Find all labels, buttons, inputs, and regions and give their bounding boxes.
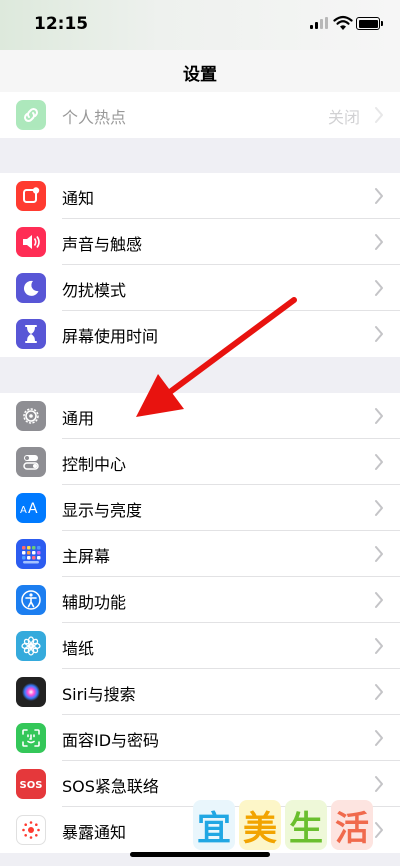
svg-text:SOS: SOS	[20, 780, 43, 791]
settings-row-accessibility[interactable]: 辅助功能	[0, 577, 400, 623]
sound-icon	[16, 227, 46, 257]
watermark-logo: 宜 美 生 活	[193, 800, 385, 856]
settings-row-personal-hotspot[interactable]: 个人热点 关闭	[0, 92, 400, 138]
settings-group-notifications: 通知 声音与触感 勿扰模式 屏幕使用时间	[0, 173, 400, 357]
watermark-char: 活	[331, 800, 373, 850]
settings-row-label: 主屏幕	[62, 547, 111, 566]
text-size-icon: AA	[16, 493, 46, 523]
settings-row-face-id-passcode[interactable]: 面容ID与密码	[0, 715, 400, 761]
settings-row-control-center[interactable]: 控制中心	[0, 439, 400, 485]
chevron-right-icon	[375, 776, 383, 792]
settings-row-label: 通知	[62, 189, 95, 208]
chevron-right-icon	[375, 280, 383, 296]
chevron-right-icon	[375, 730, 383, 746]
settings-row-wallpaper[interactable]: 墙纸	[0, 623, 400, 669]
sos-icon: SOS	[16, 769, 46, 799]
settings-row-label: 通用	[62, 409, 95, 428]
settings-row-do-not-disturb[interactable]: 勿扰模式	[0, 265, 400, 311]
chevron-right-icon	[375, 454, 383, 470]
settings-row-label: 暴露通知	[62, 823, 127, 842]
chevron-right-icon	[375, 234, 383, 250]
chevron-right-icon	[375, 684, 383, 700]
home-screen-grid-icon	[16, 539, 46, 569]
settings-row-siri-search[interactable]: Siri与搜索	[0, 669, 400, 715]
chevron-right-icon	[375, 107, 383, 123]
battery-icon	[356, 17, 383, 30]
chevron-right-icon	[375, 638, 383, 654]
watermark-char: 生	[285, 800, 327, 850]
wifi-icon	[333, 15, 353, 30]
chevron-right-icon	[375, 408, 383, 424]
accessibility-icon	[16, 585, 46, 615]
toggles-icon	[16, 447, 46, 477]
settings-row-label: 墙纸	[62, 639, 95, 658]
chevron-right-icon	[375, 592, 383, 608]
status-time: 12:15	[34, 14, 89, 34]
settings-row-notifications[interactable]: 通知	[0, 173, 400, 219]
page-title: 设置	[183, 65, 217, 85]
siri-icon	[16, 677, 46, 707]
settings-row-label: 屏幕使用时间	[62, 327, 159, 346]
face-id-icon	[16, 723, 46, 753]
settings-row-label: SOS紧急联络	[62, 777, 159, 796]
settings-row-label: Siri与搜索	[62, 685, 136, 704]
settings-row-value: 关闭	[327, 108, 360, 127]
gear-icon	[16, 401, 46, 431]
chevron-right-icon	[375, 500, 383, 516]
svg-text:A: A	[20, 505, 27, 516]
notifications-icon	[16, 181, 46, 211]
svg-text:A: A	[28, 501, 38, 517]
settings-row-label: 辅助功能	[62, 593, 127, 612]
chevron-right-icon	[375, 188, 383, 204]
settings-row-label: 勿扰模式	[62, 281, 127, 300]
settings-row-general[interactable]: 通用	[0, 393, 400, 439]
navigation-bar: 设置	[0, 50, 400, 94]
watermark-char: 美	[239, 800, 281, 850]
settings-row-label: 个人热点	[62, 108, 127, 127]
settings-row-home-screen[interactable]: 主屏幕	[0, 531, 400, 577]
moon-icon	[16, 273, 46, 303]
hotspot-icon	[16, 100, 46, 130]
hourglass-icon	[16, 319, 46, 349]
settings-group-general: 通用 控制中心 AA 显示与亮度 主屏幕 辅助功能 墙纸 Siri与搜索 面容I…	[0, 393, 400, 853]
chevron-right-icon	[375, 326, 383, 342]
watermark-char: 宜	[193, 800, 235, 850]
settings-row-screen-time[interactable]: 屏幕使用时间	[0, 311, 400, 357]
status-bar: 12:15	[0, 0, 400, 50]
exposure-icon	[16, 815, 46, 845]
settings-row-display-brightness[interactable]: AA 显示与亮度	[0, 485, 400, 531]
settings-row-label: 控制中心	[62, 455, 127, 474]
settings-group-network: 个人热点 关闭	[0, 92, 400, 138]
chevron-right-icon	[375, 546, 383, 562]
cellular-signal-icon	[310, 17, 328, 29]
home-indicator[interactable]	[130, 852, 270, 857]
settings-row-label: 显示与亮度	[62, 501, 143, 520]
settings-row-label: 声音与触感	[62, 235, 143, 254]
settings-row-sounds-haptics[interactable]: 声音与触感	[0, 219, 400, 265]
flower-icon	[16, 631, 46, 661]
settings-row-label: 面容ID与密码	[62, 731, 160, 750]
